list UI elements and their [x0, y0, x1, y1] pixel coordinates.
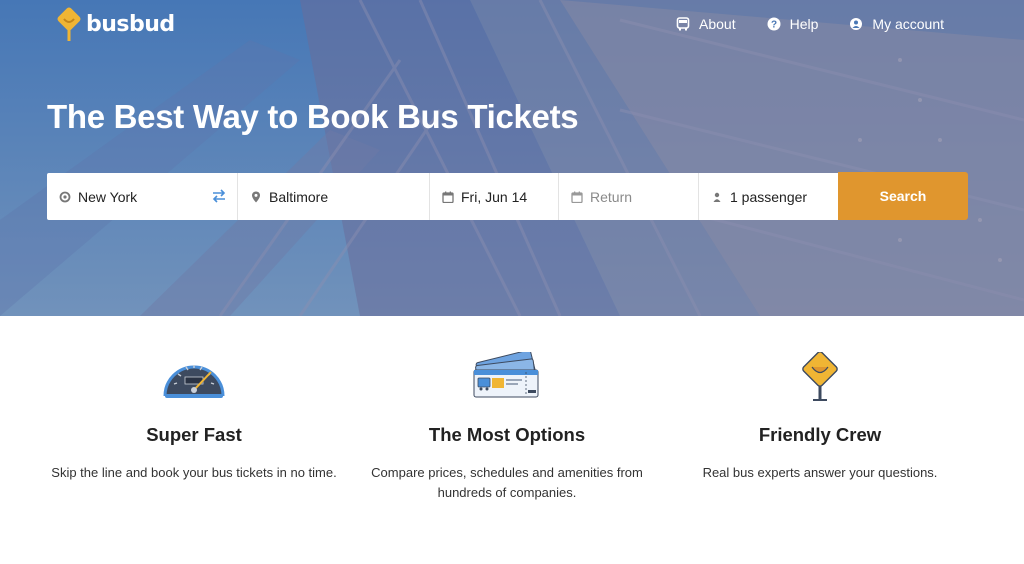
origin-circle-icon [59, 191, 71, 202]
feature-title: Friendly Crew [758, 424, 882, 445]
feature-text: Skip the line and book your bus tickets … [51, 465, 337, 480]
nav-my-account-label: My account [872, 16, 944, 32]
hero-banner: busbud About ? Help My account The Best … [0, 0, 1024, 316]
bus-icon [676, 17, 690, 31]
person-icon [713, 192, 721, 202]
svg-text:?: ? [771, 20, 777, 31]
return-date-field[interactable] [559, 173, 699, 220]
return-date-input[interactable] [590, 188, 698, 205]
smiley-sign-icon [802, 352, 838, 401]
features-section: Super Fast Skip the line and book your b… [0, 316, 1024, 564]
destination-field[interactable] [238, 173, 430, 220]
logo-pin-icon [57, 7, 81, 41]
feature-super-fast: Super Fast Skip the line and book your b… [39, 316, 349, 483]
location-pin-icon [252, 191, 260, 202]
search-form: Search [47, 172, 968, 220]
feature-text: Real bus experts answer your questions. [702, 465, 938, 480]
swap-arrows-icon[interactable] [211, 189, 227, 203]
nav-about[interactable]: About [676, 16, 736, 32]
passengers-input[interactable] [730, 188, 838, 205]
nav-help-label: Help [789, 16, 819, 32]
busbud-logo[interactable]: busbud [56, 6, 175, 42]
feature-title: Super Fast [146, 424, 242, 445]
user-icon [850, 18, 863, 30]
calendar-icon [571, 191, 583, 203]
feature-most-options: The Most Options Compare prices, schedul… [352, 316, 662, 503]
calendar-icon [442, 191, 454, 203]
nav-my-account[interactable]: My account [849, 16, 944, 32]
departure-date-input[interactable] [461, 188, 558, 205]
feature-friendly-crew: Friendly Crew Real bus experts answer yo… [665, 316, 975, 483]
feature-text: Compare prices, schedules and amenities … [371, 465, 643, 500]
logo-text: busbud [86, 11, 175, 37]
nav-help[interactable]: ? Help [767, 16, 819, 32]
bridge-background-image [0, 0, 1024, 316]
feature-title: The Most Options [428, 424, 586, 445]
hero-title: The Best Way to Book Bus Tickets [47, 98, 579, 135]
tickets-icon [473, 352, 539, 398]
nav-about-label: About [699, 16, 736, 32]
question-icon: ? [767, 17, 781, 31]
departure-date-field[interactable] [430, 173, 559, 220]
destination-input[interactable] [269, 188, 429, 205]
speedometer-icon [163, 365, 225, 398]
passengers-field[interactable] [699, 173, 838, 220]
top-nav: About ? Help My account [676, 16, 944, 32]
origin-field[interactable] [47, 173, 238, 220]
search-button[interactable]: Search [838, 172, 968, 220]
